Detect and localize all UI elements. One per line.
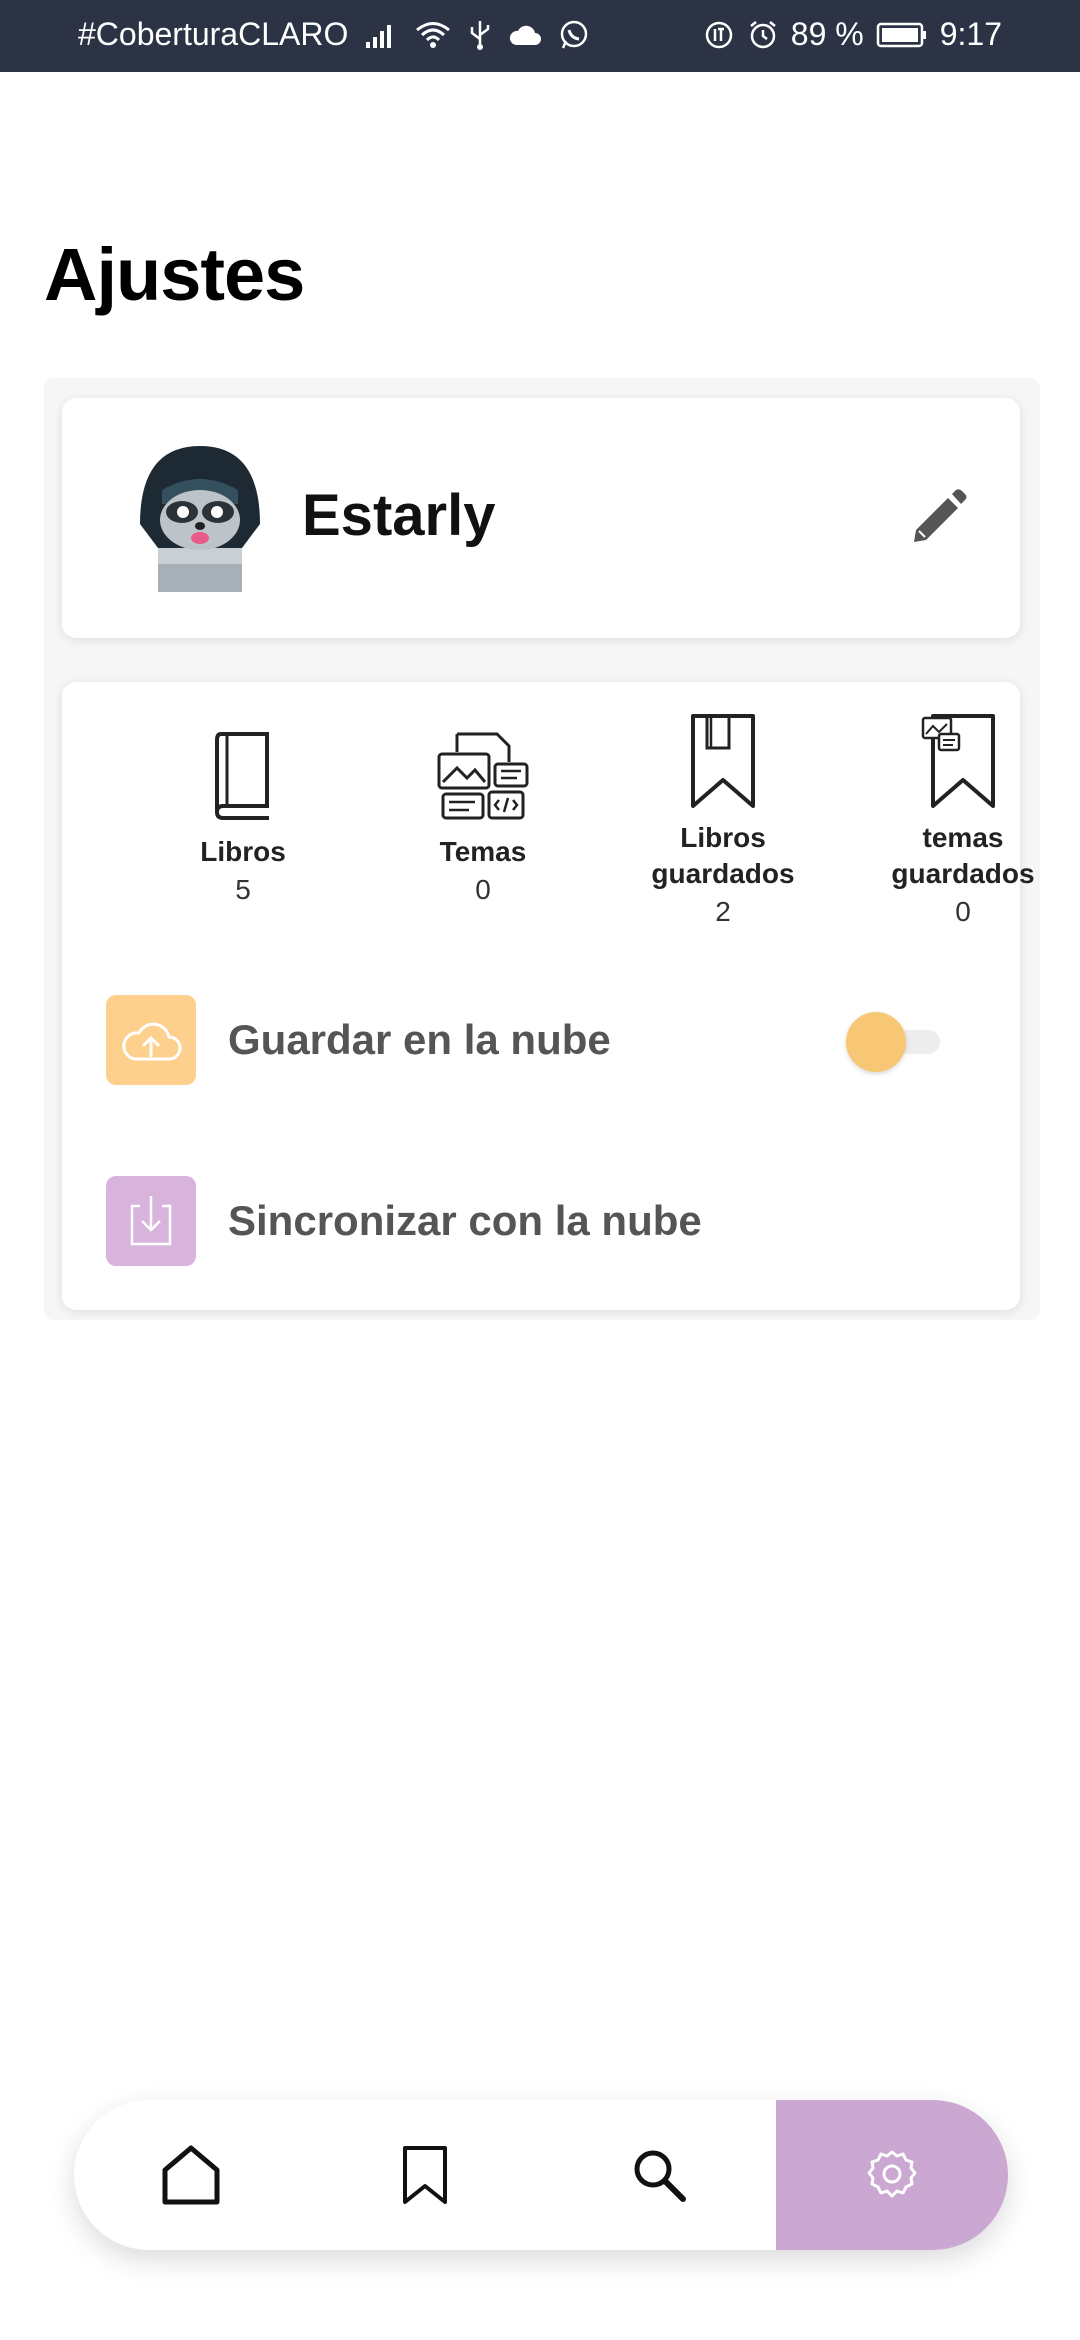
page-title: Ajustes [44, 233, 305, 316]
nav-saved[interactable] [308, 2100, 542, 2250]
stat-temas-guardados[interactable]: temas guardados 0 [853, 712, 1073, 932]
gear-icon [867, 2150, 917, 2198]
download-tile [106, 1176, 196, 1266]
save-to-cloud-toggle[interactable] [846, 1012, 942, 1072]
stat-value: 0 [955, 896, 971, 927]
battery-icon [876, 22, 926, 47]
home-icon [162, 2145, 220, 2205]
stat-libros-guardados[interactable]: Libros guardados 2 [613, 712, 833, 932]
stats-settings-card: Libros 5 Temas 0 Libros guardados 2 tema… [62, 682, 1035, 1310]
profile-card: Estarly [62, 398, 1020, 638]
topics-icon [437, 732, 529, 820]
save-to-cloud-label: Guardar en la nube [228, 1016, 611, 1063]
battery-percent: 89 % [790, 16, 864, 52]
raccoon-avatar-icon [140, 446, 260, 592]
nav-home[interactable] [74, 2100, 308, 2250]
usb-icon [471, 20, 490, 50]
bookmarked-topics-icon [921, 714, 995, 808]
book-icon [214, 732, 269, 820]
stat-value: 0 [475, 874, 491, 905]
clock: 9:17 [939, 16, 1002, 52]
edit-profile-pencil-icon[interactable] [902, 484, 972, 554]
sync-with-cloud-row[interactable]: Sincronizar con la nube [106, 1175, 976, 1267]
cloud-upload-tile [106, 995, 196, 1085]
stat-label: Libros [200, 836, 286, 867]
search-icon [634, 2150, 686, 2202]
alarm-icon [750, 20, 776, 48]
bookmark-icon [403, 2146, 447, 2204]
nav-search[interactable] [542, 2100, 776, 2250]
stat-value: 2 [715, 896, 731, 927]
carrier-label: #CoberturaCLARO [78, 16, 349, 52]
stat-label: Temas [439, 836, 527, 867]
data-saver-icon [705, 21, 733, 48]
bottom-nav [74, 2100, 1008, 2250]
sync-with-cloud-label: Sincronizar con la nube [228, 1197, 702, 1244]
nav-settings[interactable] [776, 2100, 1008, 2250]
stat-label: Libros guardados [651, 822, 795, 889]
cloud-upload-icon [122, 1022, 182, 1061]
stat-label: temas guardados [891, 822, 1035, 889]
bookmarked-book-icon [691, 714, 755, 808]
download-icon [130, 1196, 172, 1246]
wifi-icon [416, 21, 451, 48]
stat-temas[interactable]: Temas 0 [373, 726, 593, 910]
profile-name: Estarly [302, 483, 496, 548]
stat-libros[interactable]: Libros 5 [133, 726, 353, 910]
signal-icon [366, 24, 392, 48]
whatsapp-icon [561, 20, 588, 48]
stat-value: 5 [235, 874, 251, 905]
status-bar: #CoberturaCLARO 89 % 9:17 [0, 0, 1080, 72]
toggle-thumb [846, 1012, 906, 1072]
cloud-icon [510, 25, 542, 45]
